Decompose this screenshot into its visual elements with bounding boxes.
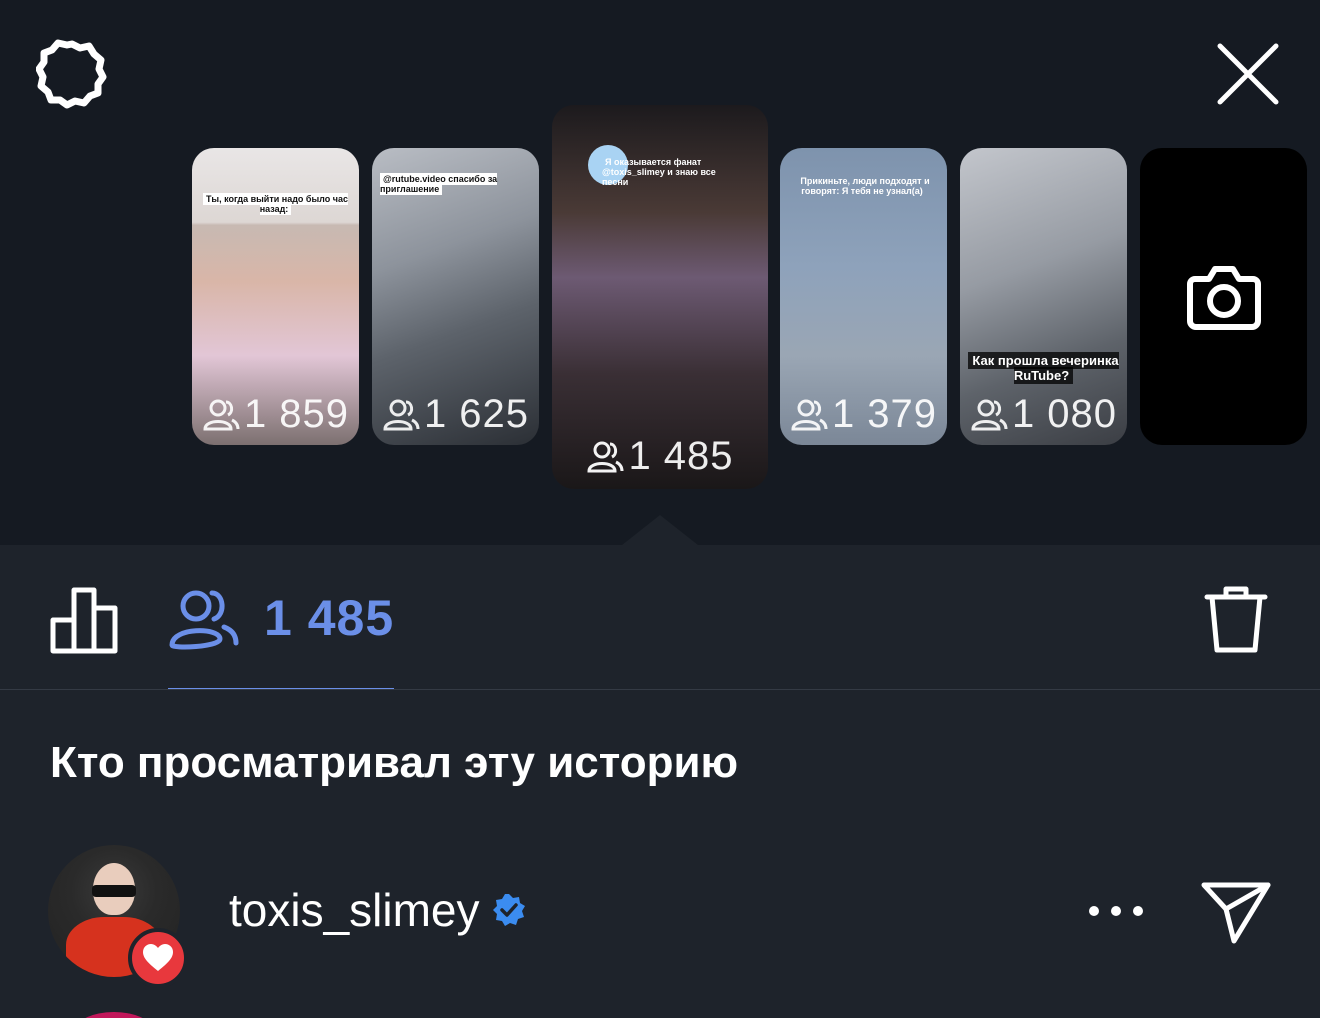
story-preview-area: Ты, когда выйти надо было час назад: 1 8… bbox=[0, 0, 1320, 545]
story-thumbnail[interactable]: Ты, когда выйти надо было час назад: 1 8… bbox=[192, 148, 359, 445]
story-thumbnail[interactable]: @rutube.video спасибо за приглашение 1 6… bbox=[372, 148, 539, 445]
close-button[interactable] bbox=[1208, 34, 1288, 114]
story-caption: Я оказывается фанат @toxis_slimey и знаю… bbox=[602, 157, 716, 187]
people-icon bbox=[203, 399, 240, 430]
avatar-glasses bbox=[92, 885, 136, 897]
send-message-button[interactable] bbox=[1196, 873, 1276, 953]
people-icon bbox=[971, 399, 1008, 430]
verified-badge-icon bbox=[492, 894, 525, 926]
viewers-count: 1 485 bbox=[264, 590, 395, 646]
story-thumbnail[interactable]: Прикиньте, люди подходят и говорят: Я те… bbox=[780, 148, 947, 445]
stats-tab[interactable] bbox=[44, 580, 124, 660]
story-stats-panel: 1 485 Кто просматривал эту историю toxis… bbox=[0, 545, 1320, 1018]
story-caption: Как прошла вечеринка RuTube? bbox=[966, 352, 1121, 384]
people-icon bbox=[383, 399, 420, 430]
story-caption: @rutube.video спасибо за приглашение bbox=[380, 173, 498, 195]
story-thumbnail-selected[interactable]: Я оказывается фанат @toxis_slimey и знаю… bbox=[552, 105, 768, 489]
close-icon bbox=[1217, 43, 1279, 105]
send-icon bbox=[1201, 882, 1271, 944]
username-text: toxis_slimey bbox=[229, 884, 480, 936]
story-thumbnail[interactable]: Как прошла вечеринка RuTube? 1 080 bbox=[960, 148, 1127, 445]
stats-toolbar: 1 485 bbox=[0, 545, 1320, 690]
story-caption: Прикиньте, люди подходят и говорят: Я те… bbox=[800, 176, 930, 196]
story-viewers-count: 1 379 bbox=[780, 392, 947, 437]
people-icon bbox=[791, 399, 828, 430]
reaction-badge bbox=[128, 928, 188, 988]
trash-icon bbox=[1204, 586, 1268, 653]
gear-icon bbox=[36, 39, 107, 109]
bar-chart-icon bbox=[50, 587, 118, 654]
viewers-tab[interactable]: 1 485 bbox=[168, 575, 395, 690]
story-viewers-count: 1 625 bbox=[372, 392, 539, 437]
more-icon bbox=[1089, 906, 1143, 916]
viewer-list-item[interactable]: toxis_slimey bbox=[0, 845, 1320, 988]
story-viewers-count: 1 080 bbox=[960, 392, 1127, 437]
viewer-username[interactable]: toxis_slimey bbox=[229, 883, 526, 937]
story-caption: Ты, когда выйти надо было час назад: bbox=[200, 193, 351, 215]
divider bbox=[0, 689, 1320, 690]
delete-story-button[interactable] bbox=[1196, 580, 1276, 660]
more-options-button[interactable] bbox=[1080, 891, 1152, 931]
story-viewers-count: 1 859 bbox=[192, 392, 359, 437]
add-story-button[interactable] bbox=[1140, 148, 1307, 445]
selected-story-pointer bbox=[622, 515, 698, 545]
story-viewers-count: 1 485 bbox=[552, 434, 768, 479]
people-icon bbox=[169, 590, 239, 650]
section-title: Кто просматривал эту историю bbox=[50, 738, 739, 787]
camera-icon bbox=[1186, 265, 1261, 330]
people-icon bbox=[587, 441, 624, 472]
settings-button[interactable] bbox=[32, 34, 112, 114]
heart-icon bbox=[143, 944, 173, 971]
